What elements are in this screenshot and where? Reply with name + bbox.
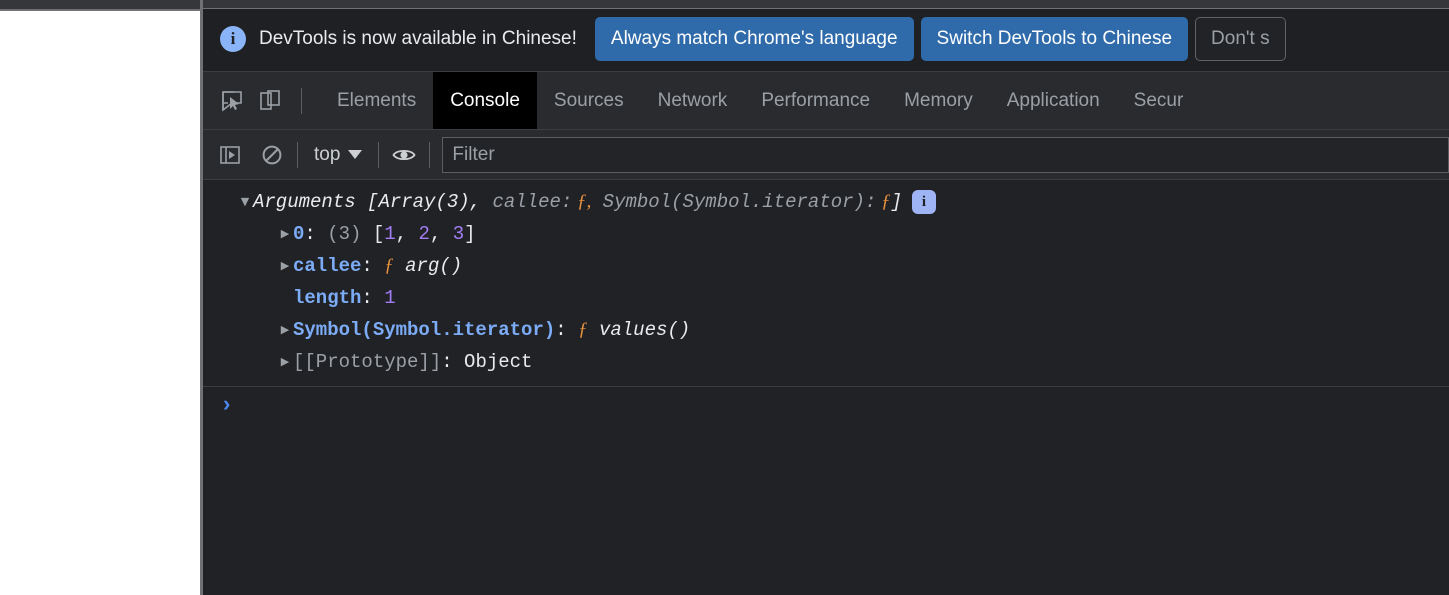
object-info-badge-icon[interactable]: i [911,190,936,214]
triangle-right-icon[interactable] [277,346,293,378]
close-bracket: ] [890,191,902,213]
console-output-area[interactable]: Arguments [ Array(3), callee: ƒ, Symbol(… [203,180,1449,595]
tab-console[interactable]: Console [433,72,537,129]
inspect-cursor-icon[interactable] [219,88,245,114]
callee-function-glyph: ƒ, [572,191,592,212]
console-sidebar-icon[interactable] [217,142,243,168]
property-key: callee [293,255,362,277]
language-notification-banner: i DevTools is now available in Chinese! … [203,0,1449,72]
banner-message: DevTools is now available in Chinese! [259,27,577,49]
screen: i DevTools is now available in Chinese! … [0,0,1449,595]
function-glyph-icon: ƒ [384,255,394,276]
banner-top-edge [203,0,1449,9]
open-bracket: [ [355,191,379,213]
clear-console-icon[interactable] [259,142,285,168]
switch-devtools-to-chinese-button[interactable]: Switch DevTools to Chinese [920,16,1189,61]
triangle-right-icon[interactable] [277,250,293,282]
property-value: 1 [384,287,396,309]
object-class-name: Arguments [253,191,356,213]
array-comma-0: , [395,223,419,245]
console-property-row-symbol-iterator[interactable]: Symbol(Symbol.iterator) : ƒ values() [203,314,1449,346]
tab-bar-tools [203,72,320,129]
info-circle-icon: i [220,25,246,52]
tab-application[interactable]: Application [990,72,1117,129]
array-summary: Array(3), [378,191,482,213]
dont-show-again-button[interactable]: Don't s [1195,16,1286,61]
property-key: [[Prototype]] [293,351,442,373]
array-open-bracket: [ [372,223,385,245]
toolbar-separator-3 [429,141,431,168]
tab-sources[interactable]: Sources [537,72,641,129]
triangle-right-icon[interactable] [277,218,293,250]
function-name: arg() [393,255,463,277]
devtools-panel: i DevTools is now available in Chinese! … [203,0,1449,595]
property-colon: : [555,319,579,341]
function-glyph-icon: ƒ [578,319,588,340]
array-value-2: 3 [452,223,465,245]
triangle-right-icon[interactable] [277,314,293,346]
array-value-1: 2 [418,223,430,245]
tab-network[interactable]: Network [641,72,745,129]
property-colon: : [441,351,465,373]
console-prompt-caret-icon: › [223,391,231,416]
array-comma-1: , [429,223,453,245]
console-log-group: Arguments [ Array(3), callee: ƒ, Symbol(… [203,180,1449,382]
console-property-row-index-0[interactable]: 0 : (3) [ 1 , 2 , 3 ] [203,218,1449,250]
console-property-row-callee[interactable]: callee : ƒ arg() [203,250,1449,282]
web-page-viewport[interactable] [0,11,200,595]
devtools-tab-bar: Elements Console Sources Network Perform… [203,72,1449,130]
property-colon: : [361,287,385,309]
triangle-down-icon[interactable] [237,186,253,218]
browser-window-chrome-strip [0,0,200,9]
device-toolbar-icon[interactable] [257,88,283,114]
array-length-badge: (3) [327,223,362,245]
symbol-function-glyph: ƒ [876,191,891,212]
chevron-down-icon [348,150,363,159]
toolbar-separator-2 [378,141,380,168]
execution-context-selector[interactable]: top [310,144,366,166]
array-close-bracket: ] [464,223,476,245]
live-expression-icon[interactable] [391,142,417,168]
execution-context-label: top [314,143,341,165]
toolbar-separator-1 [297,141,298,168]
panel-tabs: Elements Console Sources Network Perform… [320,72,1200,129]
tab-security[interactable]: Secur [1117,72,1201,129]
tab-bar-separator [301,87,302,114]
info-circle-glyph: i [230,29,236,48]
callee-key-preview: callee: [481,191,573,213]
banner-actions: Always match Chrome's language Switch De… [594,16,1286,61]
console-property-row-length[interactable]: length : 1 [203,282,1449,314]
tab-elements[interactable]: Elements [320,72,433,129]
console-property-row-prototype[interactable]: [[Prototype]] : Object [203,346,1449,378]
property-key: 0 [293,223,305,245]
console-prompt-row[interactable]: › [203,387,1449,421]
tab-memory[interactable]: Memory [887,72,990,129]
symbol-key-preview: Symbol(Symbol.iterator): [591,191,877,213]
property-key: length [293,287,362,309]
console-toolbar: top [203,130,1449,180]
property-key: Symbol(Symbol.iterator) [293,319,556,341]
array-value-0: 1 [384,223,396,245]
console-object-header[interactable]: Arguments [ Array(3), callee: ƒ, Symbol(… [203,186,1449,218]
property-colon: : [361,255,385,277]
object-info-badge-glyph: i [921,193,927,210]
always-match-chrome-language-button[interactable]: Always match Chrome's language [594,16,914,61]
filter-input[interactable] [442,136,1449,173]
function-name: values() [587,319,691,341]
property-value: Object [464,351,533,373]
property-colon: : [304,223,328,245]
tab-performance[interactable]: Performance [744,72,887,129]
